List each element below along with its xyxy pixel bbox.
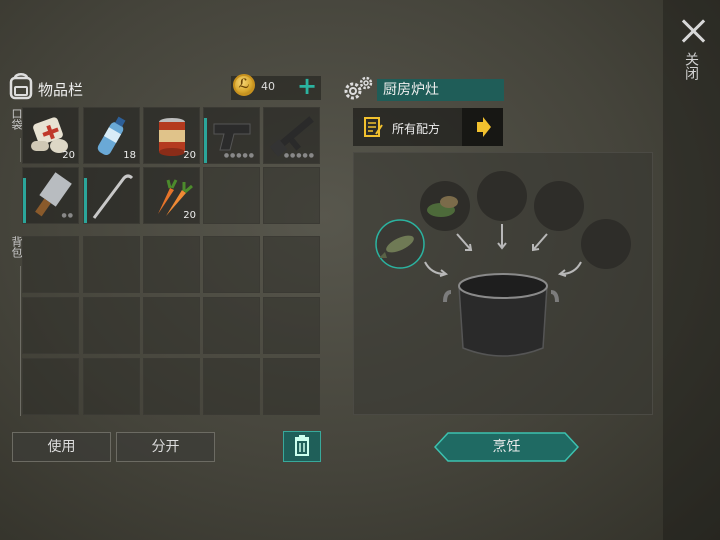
ingredient-slot[interactable]	[375, 219, 425, 269]
inventory-slot[interactable]: ●●●●●	[263, 107, 320, 164]
split-button[interactable]: 分开	[116, 432, 215, 462]
side-panel	[663, 0, 720, 540]
inventory-slot[interactable]: ●●●●●	[203, 107, 260, 164]
backpack-slot[interactable]	[83, 358, 140, 415]
crowbar-icon	[92, 174, 134, 219]
inventory-slot[interactable]: 18	[83, 107, 140, 164]
item-count: 20	[183, 210, 196, 221]
ingredient-slot-empty[interactable]	[534, 181, 584, 231]
arrow-right-icon	[477, 117, 491, 137]
inventory-slot[interactable]: 20	[22, 107, 79, 164]
close-label[interactable]: 关闭	[683, 52, 699, 80]
divider	[20, 138, 21, 162]
coin-icon: ℒ	[233, 74, 255, 96]
ingredient-flow	[375, 171, 631, 357]
backpack-icon	[9, 73, 33, 100]
inventory-slot[interactable]	[83, 167, 140, 224]
backpack-slot[interactable]	[83, 297, 140, 354]
quality-indicator: ●●	[61, 212, 74, 219]
trash-icon	[295, 435, 309, 456]
recipes-arrow-button[interactable]	[462, 108, 503, 146]
ammo-indicator: ●●●●●	[223, 152, 255, 159]
ingredient-slot[interactable]	[420, 181, 470, 231]
ammo-indicator: ●●●●●	[283, 152, 315, 159]
recipes-label: 所有配方	[392, 122, 441, 136]
inventory-slot[interactable]: 20	[143, 167, 200, 224]
item-count: 20	[62, 150, 75, 161]
station-name: 厨房炉灶	[377, 79, 504, 101]
item-count: 18	[123, 150, 136, 161]
close-icon[interactable]	[680, 18, 706, 44]
ingredient-slot-empty[interactable]	[581, 219, 631, 269]
backpack-slot[interactable]	[143, 236, 200, 293]
backpack-slot[interactable]	[203, 236, 260, 293]
backpack-slot[interactable]	[203, 358, 260, 415]
inventory-slot[interactable]	[203, 167, 260, 224]
backpack-slot[interactable]	[143, 297, 200, 354]
trash-button[interactable]	[283, 431, 321, 462]
recipe-book-icon	[364, 117, 383, 137]
inventory-slot[interactable]	[263, 167, 320, 224]
cooking-pot-icon	[443, 273, 559, 357]
inventory-title: 物品栏	[38, 81, 84, 99]
use-button[interactable]: 使用	[12, 432, 111, 462]
backpack-slot[interactable]	[263, 297, 320, 354]
coin-count: 40	[261, 80, 275, 93]
inventory-slot[interactable]: 20	[143, 107, 200, 164]
add-coins-button[interactable]: +	[297, 74, 317, 98]
item-count: 20	[183, 150, 196, 161]
ingredient-slot-empty[interactable]	[477, 171, 527, 221]
backpack-slot[interactable]	[83, 236, 140, 293]
inventory-slot[interactable]: ●●	[22, 167, 79, 224]
arrows	[424, 224, 582, 277]
backpack-slot[interactable]	[22, 236, 79, 293]
backpack-slot[interactable]	[263, 358, 320, 415]
backpack-slot[interactable]	[22, 297, 79, 354]
cook-button-label: 烹饪	[492, 439, 521, 455]
gear-icon	[344, 76, 373, 100]
backpack-slot[interactable]	[22, 358, 79, 415]
backpack-slot[interactable]	[263, 236, 320, 293]
backpack-slot[interactable]	[203, 297, 260, 354]
divider	[20, 266, 21, 416]
backpack-slot[interactable]	[143, 358, 200, 415]
